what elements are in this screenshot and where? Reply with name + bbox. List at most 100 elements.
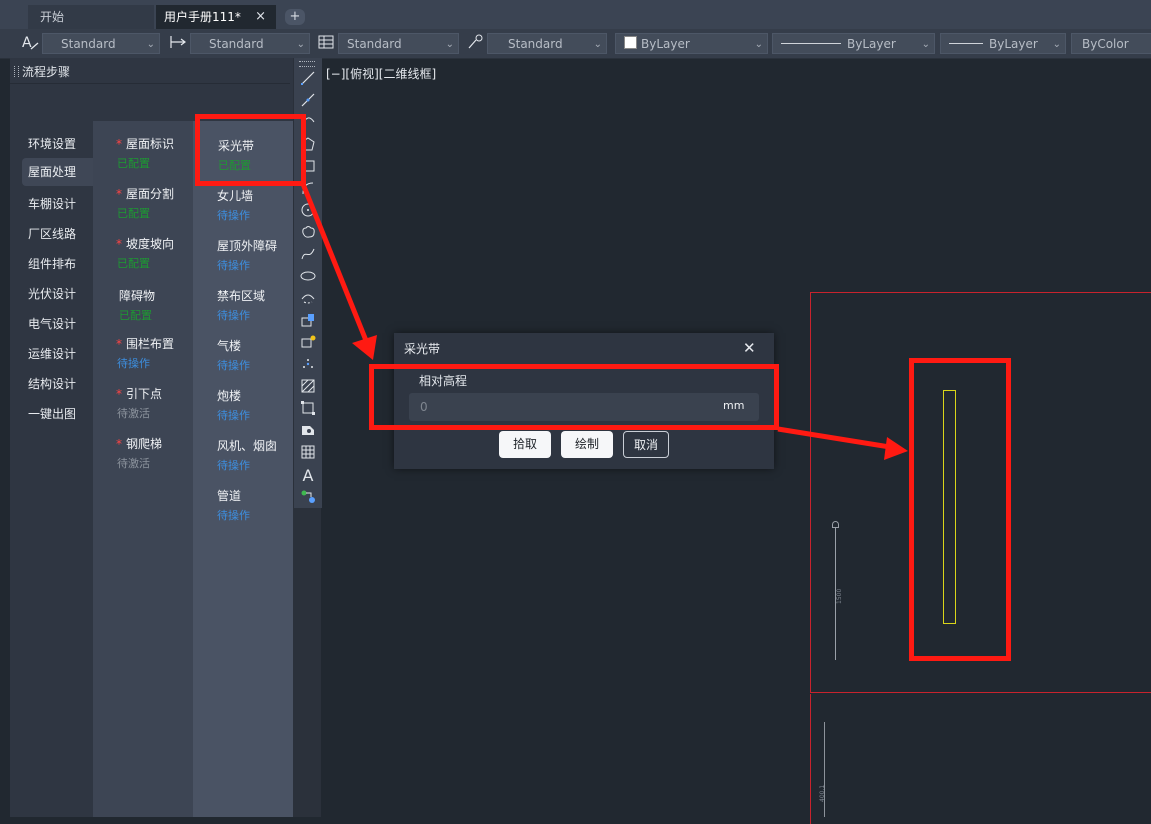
step-name: 女儿墙 xyxy=(217,189,254,203)
step-item[interactable]: 障碍物 已配置 xyxy=(119,287,155,323)
ellipse-icon[interactable] xyxy=(298,268,318,288)
svg-text:A: A xyxy=(22,35,32,51)
stage-item-selected[interactable]: 屋面处理 xyxy=(22,158,98,186)
ellipse-arc-icon[interactable] xyxy=(298,290,318,310)
step-name: 炮楼 xyxy=(217,389,242,403)
stage-item[interactable]: 组件排布 xyxy=(28,255,76,272)
stage-item[interactable]: 厂区线路 xyxy=(28,225,76,242)
point-icon[interactable] xyxy=(298,356,318,376)
gradient-icon[interactable] xyxy=(298,400,318,420)
annotation-arrowhead xyxy=(352,335,377,360)
text-style-select[interactable]: Standard ⌄ xyxy=(42,33,160,54)
chevron-down-icon: ⌄ xyxy=(1052,39,1061,50)
chevron-down-icon: ⌄ xyxy=(296,39,305,50)
close-icon[interactable]: × xyxy=(255,5,266,29)
dim-style-select[interactable]: Standard ⌄ xyxy=(190,33,310,54)
plot-style-select[interactable]: ByColor xyxy=(1071,33,1151,54)
required-marker: * xyxy=(116,187,122,201)
step-name: 气楼 xyxy=(217,339,242,353)
add-selected-icon[interactable] xyxy=(298,488,318,508)
step-status: 待激活 xyxy=(117,407,150,420)
table-style-value: Standard xyxy=(347,37,402,51)
step-item[interactable]: * 屋面分割 已配置 xyxy=(116,185,174,221)
step-name: 障碍物 xyxy=(119,289,156,303)
required-marker: * xyxy=(116,337,122,351)
color-swatch xyxy=(624,36,637,49)
insert-block-icon[interactable] xyxy=(298,312,318,332)
step-status: 已配置 xyxy=(117,157,150,170)
table-icon[interactable] xyxy=(298,444,318,464)
stage-item[interactable]: 光伏设计 xyxy=(28,285,76,302)
stage-item[interactable]: 电气设计 xyxy=(28,315,76,332)
close-icon[interactable]: ✕ xyxy=(743,339,756,357)
step-item[interactable]: 禁布区域 待操作 xyxy=(217,287,265,323)
step-item[interactable]: * 围栏布置 待操作 xyxy=(116,335,174,371)
required-marker: * xyxy=(116,137,122,151)
required-marker: * xyxy=(116,237,122,251)
spline-icon[interactable] xyxy=(298,246,318,266)
viewport-controls[interactable]: [−][俯视][二维线框] xyxy=(326,65,436,82)
step-item[interactable]: * 钢爬梯 待激活 xyxy=(116,435,162,471)
stage-item[interactable]: 运维设计 xyxy=(28,345,76,362)
step-status: 待操作 xyxy=(217,309,250,322)
dialog-title: 采光带 xyxy=(404,342,441,356)
stage-item[interactable]: 一键出图 xyxy=(28,405,76,422)
step-status: 待操作 xyxy=(217,509,250,522)
step-name: 坡度坡向 xyxy=(126,237,175,251)
multileader-style-icon[interactable] xyxy=(465,33,485,53)
chevron-down-icon: ⌄ xyxy=(593,39,602,50)
tab-start[interactable]: 开始 xyxy=(28,5,154,29)
toolbar-gutter xyxy=(293,508,321,817)
stage-item[interactable]: 环境设置 xyxy=(28,135,76,152)
step-item[interactable]: 屋顶外障碍 待操作 xyxy=(217,237,291,273)
dimension-text: 400.1 xyxy=(819,784,826,802)
plot-style-value: ByColor xyxy=(1082,37,1129,51)
step-item[interactable]: 风机、烟囱 待操作 xyxy=(217,437,291,473)
table-style-select[interactable]: Standard ⌄ xyxy=(338,33,459,54)
step-item[interactable]: 气楼 待操作 xyxy=(217,337,250,373)
new-tab-button[interactable]: + xyxy=(285,9,305,25)
text-icon[interactable]: A xyxy=(298,466,318,486)
workflow-panel-header: 流程步骤 xyxy=(10,60,290,84)
annotation-highlight-drawing xyxy=(909,358,1011,661)
chevron-down-icon: ⌄ xyxy=(146,39,155,50)
step-name: 管道 xyxy=(217,489,242,503)
line-icon[interactable] xyxy=(298,70,318,90)
revision-cloud-icon[interactable] xyxy=(298,224,318,244)
stage-item[interactable]: 车棚设计 xyxy=(28,195,76,212)
lineweight-select[interactable]: ByLayer ⌄ xyxy=(940,33,1066,54)
make-block-icon[interactable] xyxy=(298,334,318,354)
stage-item[interactable]: 结构设计 xyxy=(28,375,76,392)
pick-button[interactable]: 拾取 xyxy=(499,431,551,458)
hatch-icon[interactable] xyxy=(298,378,318,398)
step-item[interactable]: * 坡度坡向 已配置 xyxy=(116,235,174,271)
step-name: 钢爬梯 xyxy=(126,437,163,451)
workflow-panel-title: 流程步骤 xyxy=(22,65,71,79)
linetype-select[interactable]: ByLayer ⌄ xyxy=(772,33,935,54)
step-status: 已配置 xyxy=(119,309,152,322)
step-item[interactable]: 炮楼 待操作 xyxy=(217,387,250,423)
cancel-button[interactable]: 取消 xyxy=(623,431,669,458)
step-item[interactable]: 女儿墙 待操作 xyxy=(217,187,253,223)
text-style-value: Standard xyxy=(61,37,116,51)
annotation-highlight-step xyxy=(195,114,306,186)
step-item[interactable]: * 引下点 待激活 xyxy=(116,385,162,421)
tab-user-manual[interactable]: 用户手册111* × xyxy=(156,5,276,29)
color-select[interactable]: ByLayer ⌄ xyxy=(615,33,768,54)
color-value: ByLayer xyxy=(641,37,690,51)
step-name: 风机、烟囱 xyxy=(217,439,278,453)
text-style-icon[interactable]: A xyxy=(20,33,40,53)
region-icon[interactable] xyxy=(298,422,318,442)
construction-line-icon[interactable] xyxy=(298,92,318,112)
table-style-icon[interactable] xyxy=(316,33,336,53)
dim-style-icon[interactable] xyxy=(168,33,188,53)
required-marker: * xyxy=(116,437,122,451)
circle-icon[interactable] xyxy=(298,202,318,222)
step-item[interactable]: * 屋面标识 已配置 xyxy=(116,135,174,171)
draw-button[interactable]: 绘制 xyxy=(561,431,613,458)
drag-grip-icon[interactable] xyxy=(14,66,19,77)
multileader-style-select[interactable]: Standard ⌄ xyxy=(487,33,607,54)
dimension-text: 1500 xyxy=(836,588,843,604)
drag-grip-icon[interactable] xyxy=(299,61,315,67)
step-item[interactable]: 管道 待操作 xyxy=(217,487,250,523)
